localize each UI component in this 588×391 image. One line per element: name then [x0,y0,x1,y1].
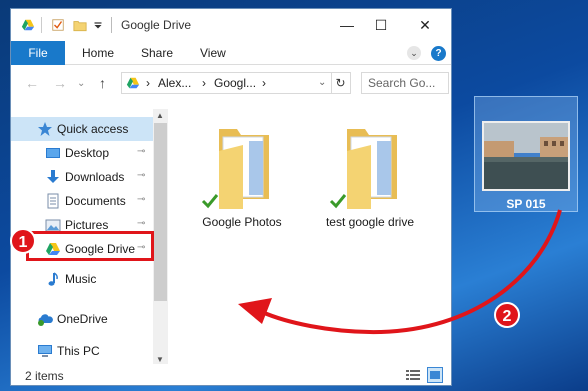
step-badge-2: 2 [494,302,520,328]
drag-arrow-icon [238,209,562,335]
